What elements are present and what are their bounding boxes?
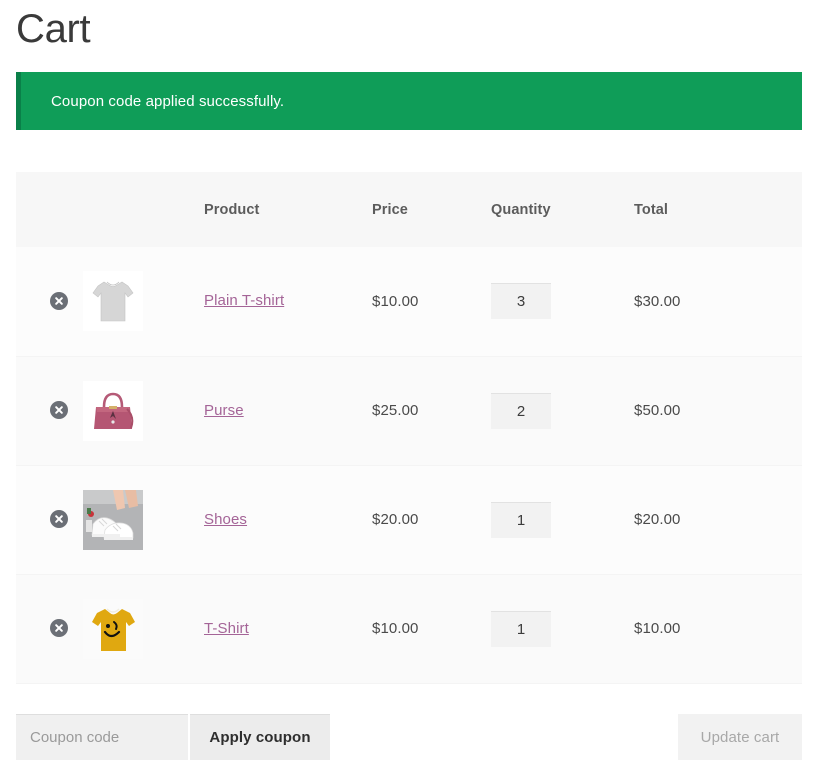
column-header-thumbnail [82, 172, 204, 247]
thumbnail-cell [82, 465, 204, 574]
product-total: $30.00 [634, 292, 681, 310]
shoes-thumbnail[interactable] [83, 489, 143, 550]
quantity-cell [491, 465, 634, 574]
remove-cell [16, 356, 82, 465]
column-header-product: Product [204, 201, 260, 218]
column-header-quantity: Quantity [491, 201, 551, 218]
notice-message: Coupon code applied successfully. [51, 92, 285, 110]
product-link[interactable]: T-Shirt [204, 620, 249, 637]
apply-coupon-button[interactable]: Apply coupon [190, 714, 330, 760]
remove-item-icon[interactable] [50, 401, 68, 420]
table-row: Plain T-shirt $10.00 $30.00 [16, 247, 802, 356]
product-name-cell: Shoes [204, 465, 372, 574]
thumbnail-cell [82, 247, 204, 356]
cart-table-header: Product Price Quantity Total [16, 172, 802, 247]
purse-thumbnail[interactable] [83, 380, 143, 441]
cart-page: Cart Coupon code applied successfully. P… [0, 0, 825, 779]
product-price: $20.00 [372, 511, 419, 528]
table-row: Shoes $20.00 $20.00 [16, 465, 802, 574]
product-total: $10.00 [634, 620, 681, 637]
column-header-price: Price [372, 201, 408, 218]
update-cart-button[interactable]: Update cart [678, 714, 802, 760]
product-price: $10.00 [372, 292, 419, 310]
product-name-cell: Purse [204, 356, 372, 465]
coupon-code-input[interactable] [16, 714, 188, 760]
remove-item-icon[interactable] [50, 292, 68, 311]
quantity-input[interactable] [491, 610, 551, 647]
quantity-input[interactable] [491, 283, 551, 320]
quantity-cell [491, 356, 634, 465]
table-row: Purse $25.00 $50.00 [16, 356, 802, 465]
thumbnail-cell [82, 356, 204, 465]
remove-item-icon[interactable] [50, 510, 68, 529]
product-name-cell: Plain T-shirt [204, 247, 372, 356]
column-header-remove [16, 172, 82, 247]
thumbnail-cell [82, 574, 204, 683]
table-header-row: Product Price Quantity Total [16, 172, 802, 247]
quantity-input[interactable] [491, 392, 551, 429]
cart-table-body: Plain T-shirt $10.00 $30.00 [16, 247, 802, 683]
product-link[interactable]: Purse [204, 402, 244, 419]
tshirt-smiley-thumbnail[interactable] [83, 598, 143, 659]
remove-cell [16, 247, 82, 356]
product-name-cell: T-Shirt [204, 574, 372, 683]
plain-tshirt-thumbnail[interactable] [83, 271, 143, 332]
product-link[interactable]: Shoes [204, 511, 247, 528]
table-row: T-Shirt $10.00 $10.00 [16, 574, 802, 683]
remove-cell [16, 574, 82, 683]
cart-table: Product Price Quantity Total Plain T-shi… [16, 172, 802, 684]
remove-cell [16, 465, 82, 574]
product-price: $10.00 [372, 620, 419, 637]
quantity-input[interactable] [491, 501, 551, 538]
coupon-success-notice: Coupon code applied successfully. [16, 72, 802, 130]
page-title: Cart [16, 7, 91, 51]
column-header-total: Total [634, 201, 669, 218]
product-total: $50.00 [634, 402, 681, 419]
product-link[interactable]: Plain T-shirt [204, 292, 284, 309]
product-total: $20.00 [634, 511, 681, 528]
remove-item-icon[interactable] [50, 619, 68, 638]
quantity-cell [491, 247, 634, 356]
product-price: $25.00 [372, 402, 419, 419]
cart-actions: Apply coupon Update cart [16, 714, 802, 760]
quantity-cell [491, 574, 634, 683]
